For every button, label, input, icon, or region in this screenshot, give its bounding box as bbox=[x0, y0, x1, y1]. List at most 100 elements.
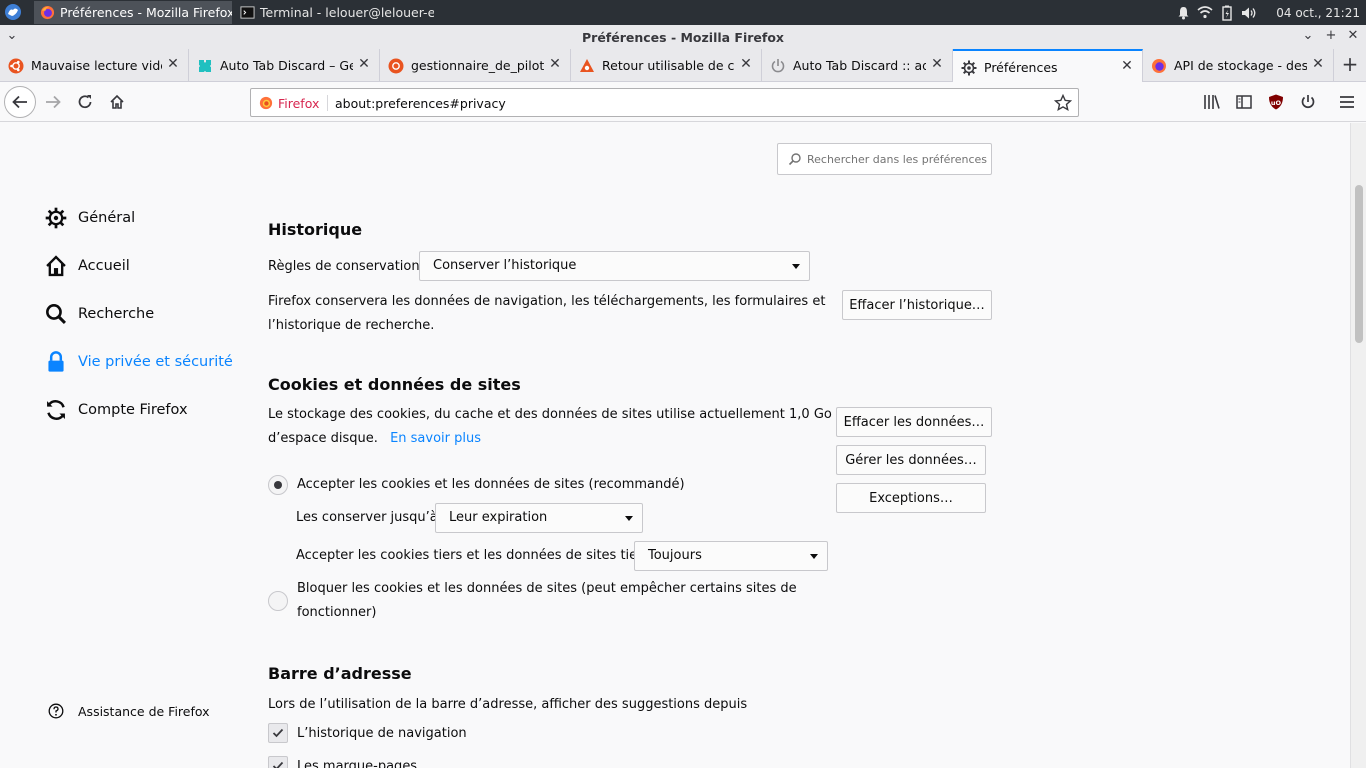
tab-label: Auto Tab Discard :: add bbox=[793, 58, 926, 73]
history-suggestions-checkbox[interactable] bbox=[268, 723, 288, 743]
chevron-down-icon bbox=[810, 554, 818, 559]
url-text[interactable]: about:preferences#privacy bbox=[335, 96, 506, 111]
category-sync[interactable]: Compte Firefox bbox=[44, 396, 188, 424]
bookmark-star-icon[interactable] bbox=[1053, 93, 1073, 112]
block-cookies-label-line2[interactable]: fonctionner) bbox=[297, 601, 376, 625]
hamburger-menu-icon[interactable] bbox=[1337, 92, 1357, 112]
notification-bell-icon[interactable] bbox=[1172, 0, 1194, 25]
manage-data-button[interactable]: Gérer les données… bbox=[836, 445, 986, 475]
learn-more-link[interactable]: En savoir plus bbox=[390, 431, 481, 446]
library-icon[interactable] bbox=[1202, 92, 1222, 112]
history-heading: Historique bbox=[268, 220, 363, 239]
system-panel: Préférences - Mozilla Firefox Terminal -… bbox=[0, 0, 1366, 25]
close-tab-icon[interactable]: ✕ bbox=[548, 57, 562, 71]
close-tab-icon[interactable]: ✕ bbox=[930, 57, 944, 71]
tab-preferences[interactable]: Préférences ✕ bbox=[953, 49, 1143, 83]
svg-text:uO: uO bbox=[1271, 99, 1282, 107]
sidebar-toggle-icon[interactable] bbox=[1234, 92, 1254, 112]
tab-strip: Mauvaise lecture video ✕ Auto Tab Discar… bbox=[0, 49, 1366, 83]
tab-gestionnaire-de-pilotes[interactable]: gestionnaire_de_pilotes ✕ bbox=[380, 49, 571, 82]
close-tab-icon[interactable]: ✕ bbox=[739, 57, 753, 71]
reload-icon bbox=[78, 95, 92, 109]
arrow-right-icon bbox=[46, 95, 61, 109]
bookmarks-suggestions-checkbox[interactable] bbox=[268, 756, 288, 768]
third-party-cookies-select[interactable]: Toujours bbox=[634, 541, 828, 571]
navigation-toolbar: Firefox about:preferences#privacy uO bbox=[0, 82, 1366, 122]
close-window-icon[interactable]: ✕ bbox=[1345, 28, 1361, 44]
keep-until-select[interactable]: Leur expiration bbox=[435, 503, 643, 533]
scrollbar-thumb[interactable] bbox=[1355, 185, 1363, 343]
home-button[interactable] bbox=[102, 87, 132, 117]
tab-api-de-stockage[interactable]: API de stockage - des s ✕ bbox=[1143, 49, 1334, 82]
block-cookies-label-line1[interactable]: Bloquer les cookies et les données de si… bbox=[297, 577, 797, 601]
close-tab-icon[interactable]: ✕ bbox=[1311, 57, 1325, 71]
address-bar[interactable]: Firefox about:preferences#privacy bbox=[250, 88, 1079, 117]
tab-label: API de stockage - des s bbox=[1174, 58, 1307, 73]
wifi-icon[interactable] bbox=[1194, 0, 1216, 25]
category-home[interactable]: Accueil bbox=[44, 252, 130, 280]
ubuntu-icon bbox=[579, 58, 595, 74]
taskbar-item-terminal[interactable]: Terminal - lelouer@lelouer-e... bbox=[234, 1, 434, 24]
taskbar-item-firefox[interactable]: Préférences - Mozilla Firefox bbox=[34, 1, 232, 24]
cookies-heading: Cookies et données de sites bbox=[268, 375, 521, 394]
home-icon bbox=[110, 94, 124, 109]
window-titlebar[interactable]: ⌄ Préférences - Mozilla Firefox ⌄ + ✕ bbox=[0, 25, 1366, 49]
category-label: Général bbox=[78, 210, 136, 226]
battery-icon[interactable] bbox=[1216, 0, 1238, 25]
close-tab-icon[interactable]: ✕ bbox=[357, 57, 371, 71]
accept-cookies-radio[interactable] bbox=[268, 475, 288, 495]
tab-auto-tab-discard-addon[interactable]: Auto Tab Discard :: add ✕ bbox=[762, 49, 953, 82]
third-party-cookies-value: Toujours bbox=[648, 548, 702, 563]
page-scrollbar[interactable] bbox=[1350, 123, 1366, 768]
tab-retour-utilisable[interactable]: Retour utilisable de con ✕ bbox=[571, 49, 762, 82]
bookmarks-suggestions-label[interactable]: Les marque-pages bbox=[297, 755, 417, 768]
ubuntu-icon bbox=[8, 58, 24, 74]
minimize-icon[interactable]: ⌄ bbox=[1300, 28, 1316, 44]
volume-icon[interactable] bbox=[1238, 0, 1260, 25]
accept-cookies-label[interactable]: Accepter les cookies et les données de s… bbox=[297, 473, 685, 497]
close-tab-icon[interactable]: ✕ bbox=[1120, 59, 1134, 73]
category-search[interactable]: Recherche bbox=[44, 300, 154, 328]
ubuntu-icon bbox=[388, 58, 404, 74]
checkmark-icon bbox=[272, 761, 284, 768]
history-description-line2: l’historique de recherche. bbox=[268, 318, 435, 333]
identity-box[interactable]: Firefox bbox=[259, 95, 329, 111]
close-tab-icon[interactable]: ✕ bbox=[166, 57, 180, 71]
tab-auto-tab-discard-get[interactable]: Auto Tab Discard – Get ✕ bbox=[189, 49, 380, 82]
search-icon bbox=[44, 302, 68, 326]
whisker-menu-icon[interactable] bbox=[4, 3, 22, 21]
chevron-down-icon bbox=[792, 264, 800, 269]
back-button[interactable] bbox=[4, 86, 36, 118]
keep-until-label: Les conserver jusqu’à bbox=[296, 510, 438, 525]
address-bar-description: Lors de l’utilisation de la barre d’adre… bbox=[268, 697, 748, 712]
cookies-description-line2-row: d’espace disque. En savoir plus bbox=[268, 427, 481, 451]
maximize-icon[interactable]: + bbox=[1323, 28, 1339, 44]
clock[interactable]: 04 oct., 21:21 bbox=[1260, 6, 1366, 20]
category-privacy[interactable]: Vie privée et sécurité bbox=[44, 348, 233, 376]
search-placeholder: Rechercher dans les préférences bbox=[807, 153, 988, 166]
new-tab-button[interactable]: + bbox=[1334, 49, 1366, 82]
clear-history-button[interactable]: Effacer l’historique… bbox=[842, 290, 992, 320]
clear-data-button[interactable]: Effacer les données… bbox=[836, 407, 992, 437]
history-rules-select[interactable]: Conserver l’historique bbox=[419, 251, 810, 281]
forward-button[interactable] bbox=[38, 87, 68, 117]
cookies-description-line1: Le stockage des cookies, du cache et des… bbox=[268, 407, 832, 422]
checkmark-icon bbox=[272, 728, 284, 738]
block-cookies-radio[interactable] bbox=[268, 591, 288, 611]
firefox-icon bbox=[40, 5, 55, 20]
puzzle-icon bbox=[197, 58, 213, 74]
power-icon[interactable] bbox=[1298, 92, 1318, 112]
preferences-page: Rechercher dans les préférences Général … bbox=[0, 123, 1350, 768]
reload-button[interactable] bbox=[70, 87, 100, 117]
terminal-icon bbox=[240, 5, 255, 20]
preferences-search-input[interactable]: Rechercher dans les préférences bbox=[777, 143, 992, 175]
category-general[interactable]: Général bbox=[44, 204, 135, 232]
third-party-cookies-label: Accepter les cookies tiers et les donnée… bbox=[296, 548, 650, 563]
keep-until-value: Leur expiration bbox=[449, 510, 548, 525]
history-suggestions-label[interactable]: L’historique de navigation bbox=[297, 722, 467, 746]
gear-icon bbox=[44, 206, 68, 230]
tab-mauvaise-lecture[interactable]: Mauvaise lecture video ✕ bbox=[0, 49, 189, 82]
ublock-origin-icon[interactable]: uO bbox=[1266, 92, 1286, 112]
firefox-support-link[interactable]: Assistance de Firefox bbox=[48, 703, 210, 719]
exceptions-button[interactable]: Exceptions… bbox=[836, 483, 986, 513]
